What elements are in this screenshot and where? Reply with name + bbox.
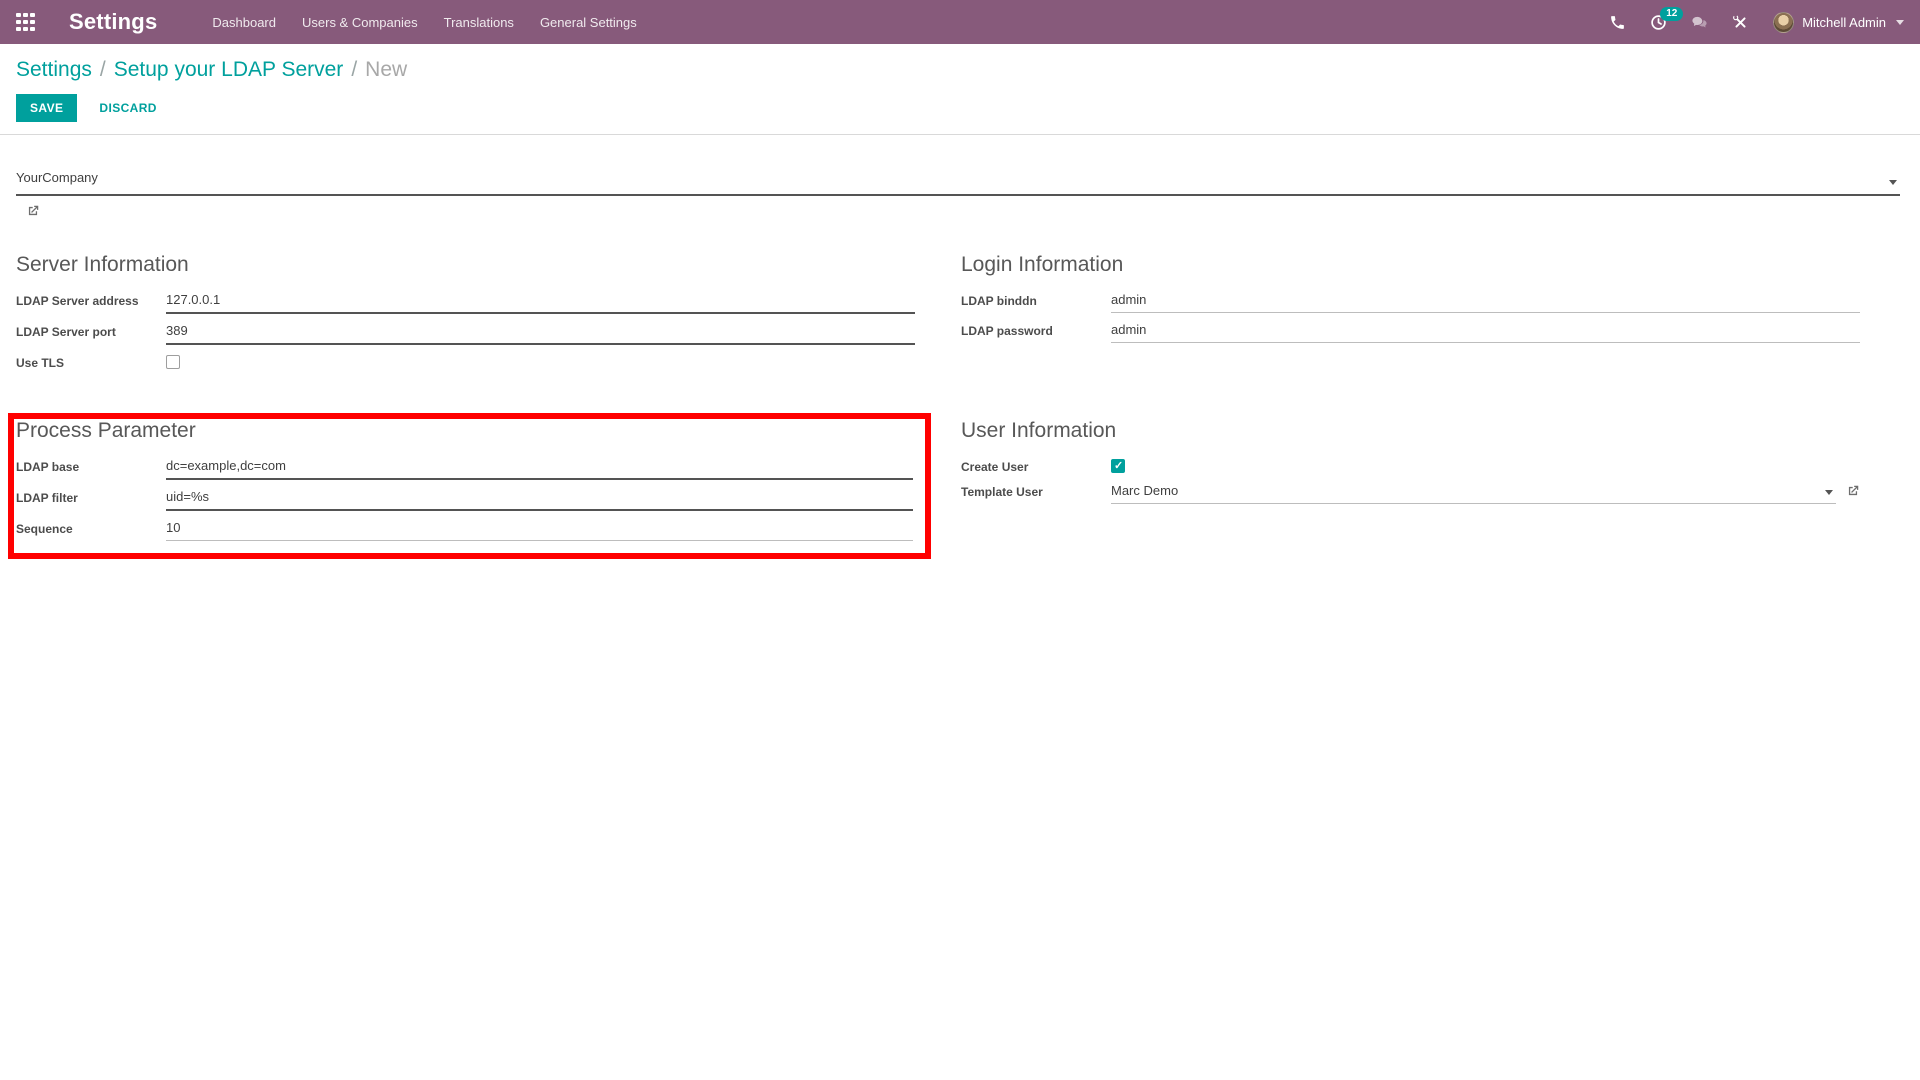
- field-row-template-user: Template User Marc Demo: [961, 481, 1860, 504]
- apps-menu-icon[interactable]: [16, 12, 35, 32]
- field-row-ldap-base: LDAP base dc=example,dc=com: [16, 456, 913, 480]
- phone-icon[interactable]: [1609, 14, 1626, 31]
- highlight-annotation-box: Process Parameter LDAP base dc=example,d…: [8, 413, 931, 559]
- company-external-link-icon[interactable]: [26, 204, 40, 218]
- menu-item-general-settings[interactable]: General Settings: [527, 0, 650, 44]
- ldap-base-input[interactable]: dc=example,dc=com: [166, 456, 913, 480]
- field-label: Create User: [961, 460, 1029, 474]
- template-user-select[interactable]: Marc Demo: [1111, 481, 1836, 504]
- create-user-checkbox[interactable]: [1111, 459, 1125, 473]
- field-label: Use TLS: [16, 356, 65, 370]
- dropdown-caret-icon[interactable]: [1889, 180, 1897, 185]
- main-menu: Dashboard Users & Companies Translations…: [199, 0, 649, 44]
- field-label: LDAP Server address: [16, 294, 139, 308]
- section-title: Process Parameter: [16, 419, 196, 442]
- ldap-binddn-input[interactable]: admin: [1111, 290, 1860, 313]
- chevron-down-icon: [1896, 19, 1904, 25]
- company-field[interactable]: YourCompany: [16, 169, 1900, 196]
- user-information-section: User Information Create User Template Us…: [961, 419, 1860, 559]
- activities-count-badge: 12: [1660, 6, 1684, 21]
- field-label: Sequence: [16, 522, 73, 536]
- section-title: Server Information: [16, 253, 189, 276]
- user-avatar: [1773, 11, 1795, 33]
- user-name: Mitchell Admin: [1802, 14, 1886, 30]
- control-panel: Settings / Setup your LDAP Server / New SAVE…: [0, 44, 1920, 135]
- field-row-ldap-password: LDAP password admin: [961, 320, 1860, 343]
- template-user-external-link-icon[interactable]: [1846, 484, 1860, 498]
- top-navbar: Settings Dashboard Users & Companies Tra…: [0, 0, 1920, 44]
- breadcrumb-settings[interactable]: Settings: [16, 58, 92, 81]
- process-parameter-section: Process Parameter LDAP base dc=example,d…: [16, 419, 913, 541]
- menu-item-translations[interactable]: Translations: [431, 0, 527, 44]
- breadcrumb-separator: /: [351, 58, 358, 81]
- company-value: YourCompany: [16, 170, 98, 185]
- breadcrumb: Settings / Setup your LDAP Server / New: [16, 57, 1904, 83]
- dropdown-caret-icon[interactable]: [1825, 490, 1833, 495]
- section-title: Login Information: [961, 253, 1124, 276]
- ldap-form-sheet: YourCompany Server Information LDAP Serv…: [0, 135, 1920, 559]
- field-row-ldap-server-port: LDAP Server port 389: [16, 321, 915, 345]
- field-label: LDAP filter: [16, 491, 78, 505]
- field-label: LDAP password: [961, 324, 1053, 338]
- server-information-section: Server Information LDAP Server address 1…: [16, 253, 915, 377]
- field-label: LDAP binddn: [961, 294, 1037, 308]
- save-button[interactable]: SAVE: [16, 94, 78, 122]
- sequence-input[interactable]: 10: [166, 518, 913, 541]
- user-menu[interactable]: Mitchell Admin: [1773, 11, 1904, 33]
- breadcrumb-current: New: [365, 58, 408, 81]
- messages-icon[interactable]: [1691, 14, 1708, 31]
- menu-item-dashboard[interactable]: Dashboard: [199, 0, 289, 44]
- ldap-filter-input[interactable]: uid=%s: [166, 487, 913, 511]
- use-tls-checkbox[interactable]: [166, 355, 180, 369]
- field-row-ldap-filter: LDAP filter uid=%s: [16, 487, 913, 511]
- ldap-server-address-input[interactable]: 127.0.0.1: [166, 290, 915, 314]
- activities-menu[interactable]: 12: [1650, 6, 1684, 31]
- ldap-server-port-input[interactable]: 389: [166, 321, 915, 345]
- menu-item-users-companies[interactable]: Users & Companies: [289, 0, 431, 44]
- template-user-value: Marc Demo: [1111, 483, 1179, 498]
- section-title: User Information: [961, 419, 1117, 442]
- login-information-section: Login Information LDAP binddn admin LDAP…: [961, 253, 1860, 377]
- breadcrumb-separator: /: [99, 58, 106, 81]
- ldap-password-input[interactable]: admin: [1111, 320, 1860, 343]
- field-row-ldap-binddn: LDAP binddn admin: [961, 290, 1860, 313]
- app-title[interactable]: Settings: [69, 9, 157, 35]
- field-row-sequence: Sequence 10: [16, 518, 913, 541]
- field-label: LDAP Server port: [16, 325, 116, 339]
- field-label: LDAP base: [16, 460, 80, 474]
- tools-icon[interactable]: [1732, 14, 1749, 31]
- field-label: Template User: [961, 485, 1043, 499]
- discard-button[interactable]: DISCARD: [85, 94, 170, 122]
- field-row-use-tls: Use TLS: [16, 352, 915, 370]
- breadcrumb-ldap-server[interactable]: Setup your LDAP Server: [114, 58, 344, 81]
- field-row-create-user: Create User: [961, 456, 1860, 474]
- field-row-ldap-server-address: LDAP Server address 127.0.0.1: [16, 290, 915, 314]
